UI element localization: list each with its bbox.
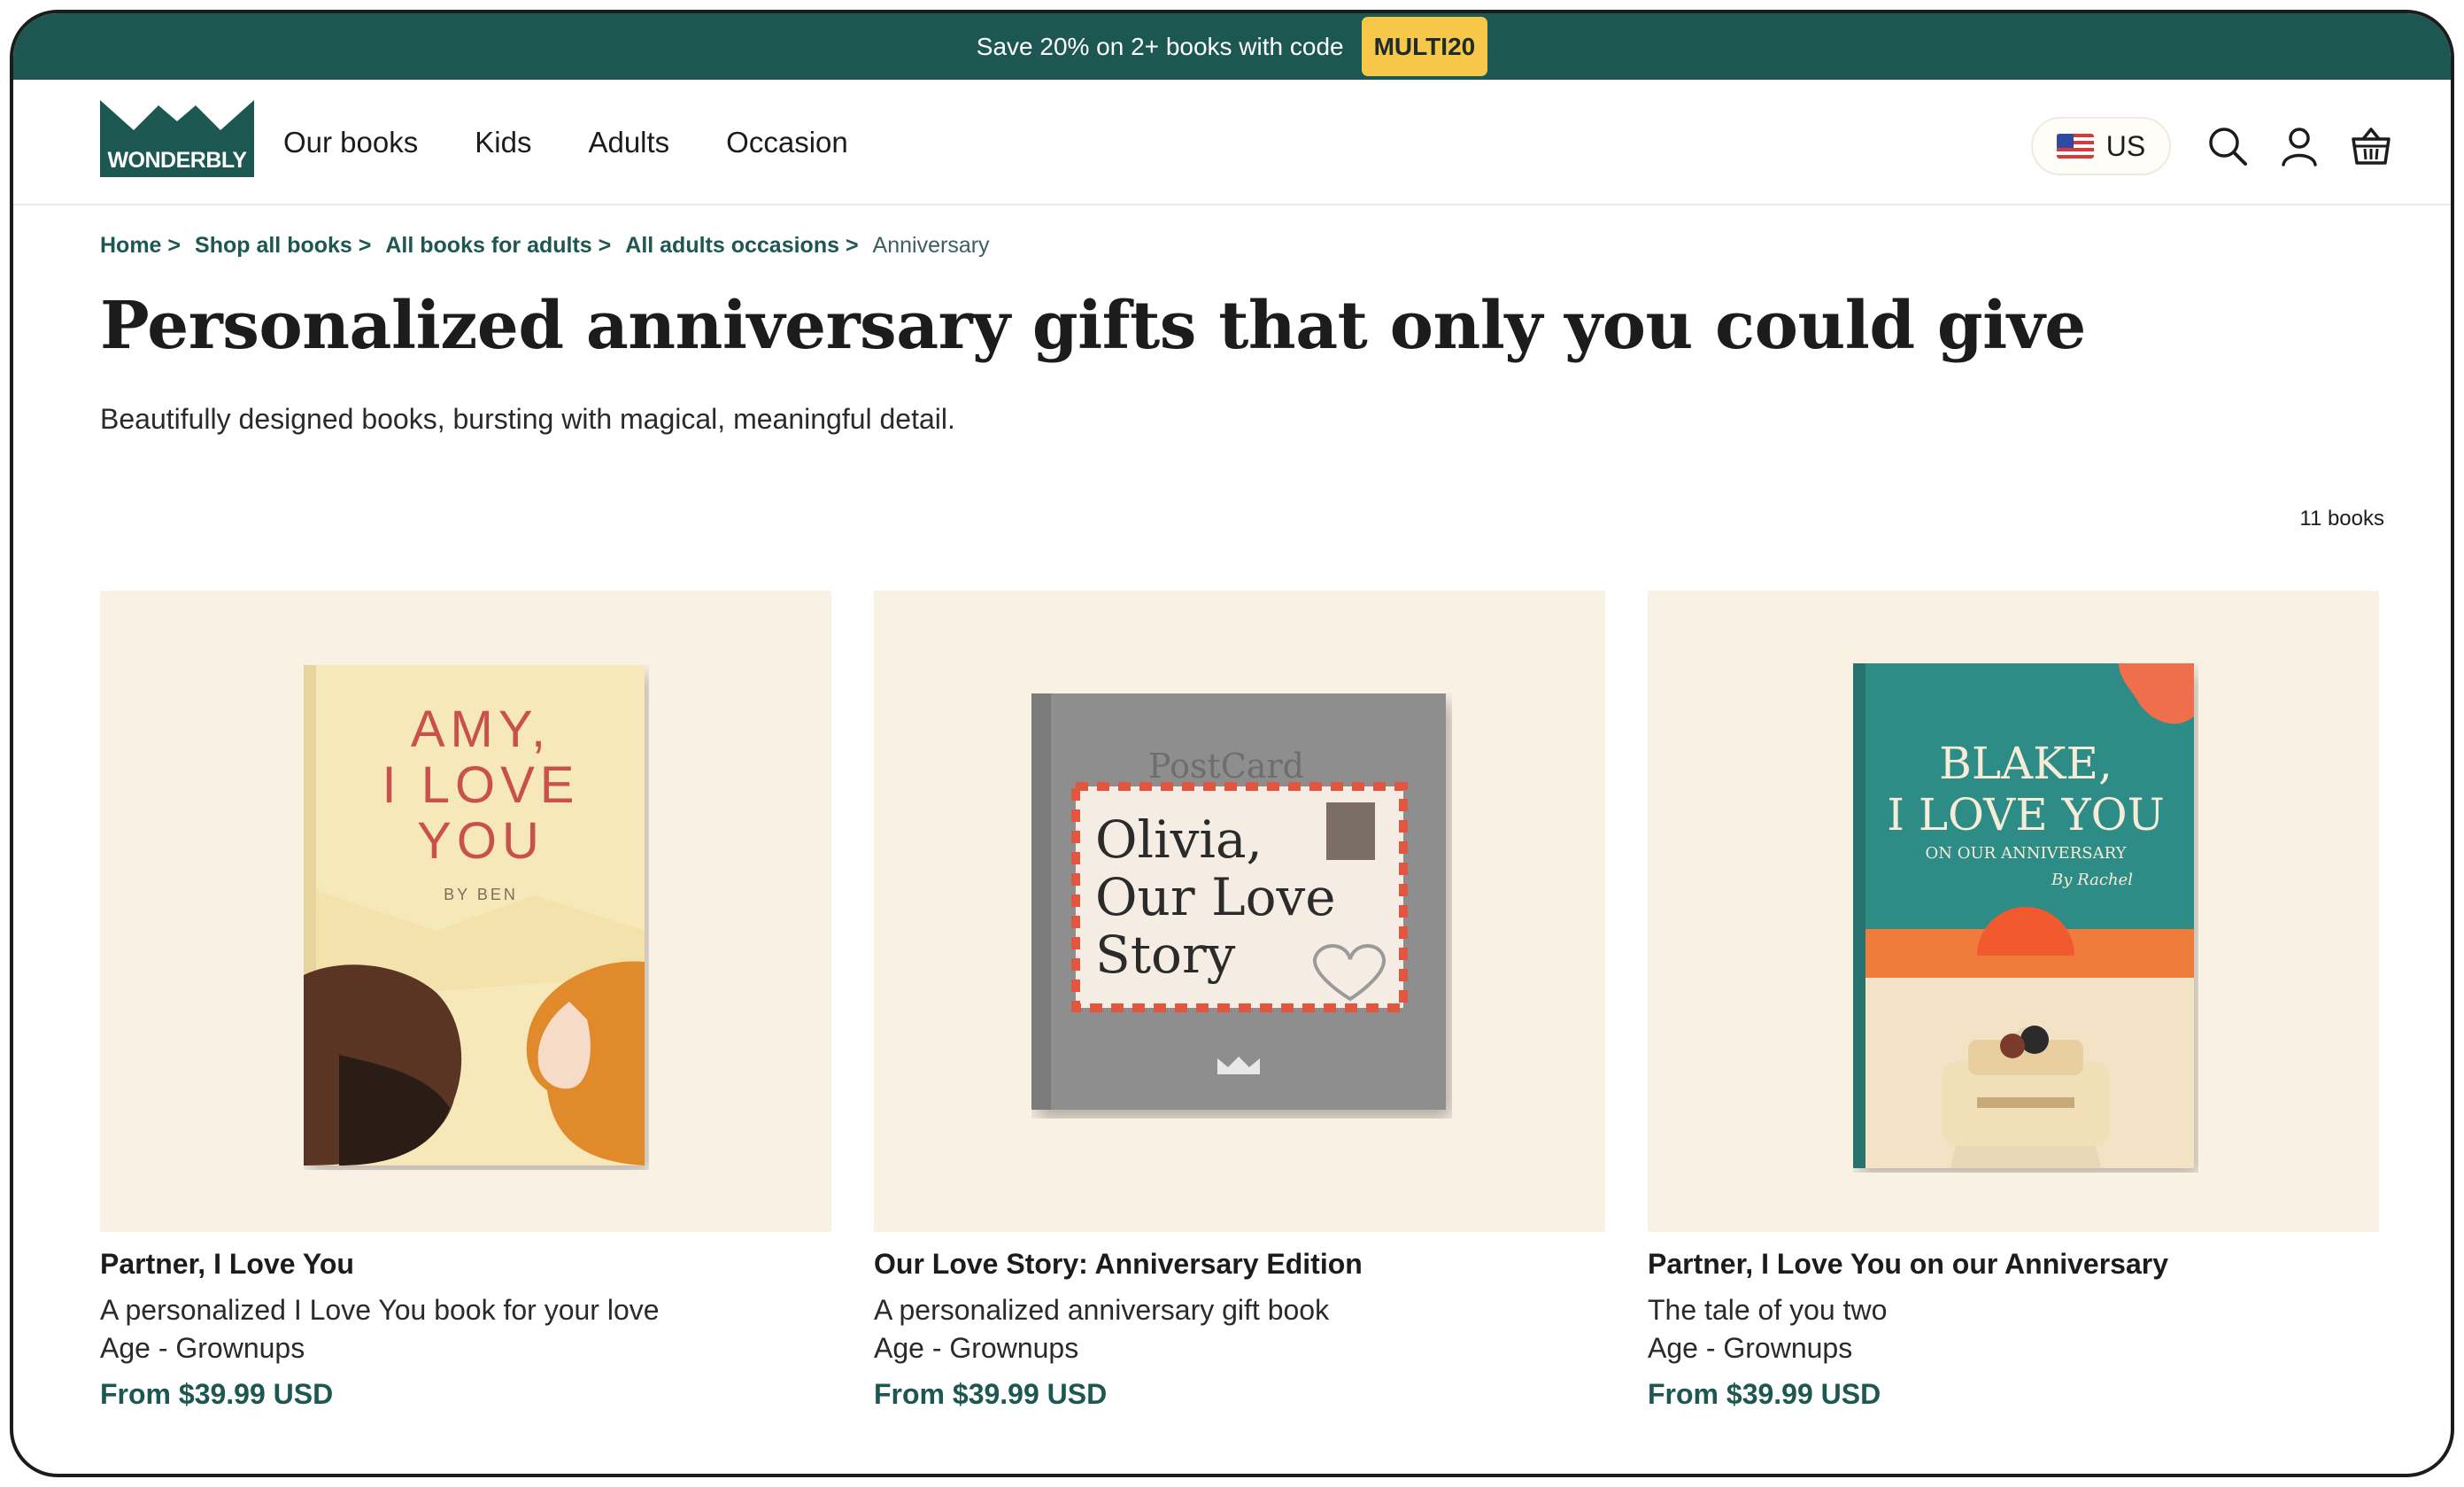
promo-code: MULTI20 [1361,17,1488,76]
cover-line-3: YOU [417,812,545,870]
cover-line-2: Our Love [1095,867,1336,927]
product-description: A personalized anniversary gift book Age… [874,1291,1605,1367]
site-header: WONDERBLY Our books Kids Adults Occasion… [13,80,2451,205]
crown-icon [100,100,254,146]
region-selector[interactable]: US [2031,117,2171,175]
basket-icon[interactable] [2349,124,2393,168]
book-cover-blake: BLAKE, I LOVE YOU ON OUR ANNIVERSARY By … [1853,663,2198,1173]
cover-line-2: I LOVE [382,756,580,814]
account-icon[interactable] [2277,124,2321,168]
cover-byline: By Rachel [2051,871,2133,889]
product-age: Age - Grownups [874,1332,1079,1364]
product-price: From $39.99 USD [1648,1378,1881,1410]
product-image[interactable]: BLAKE, I LOVE YOU ON OUR ANNIVERSARY By … [1648,591,2379,1232]
breadcrumb-adults[interactable]: All books for adults > [385,233,611,259]
cover-line-1: AMY, [411,701,551,758]
cover-line-1: Olivia, [1095,809,1263,870]
page-title: Personalized anniversary gifts that only… [100,288,2086,364]
product-age: Age - Grownups [100,1332,305,1364]
book-cover-amy: AMY, I LOVE YOU BY BEN [304,665,649,1170]
search-icon[interactable] [2205,124,2250,168]
breadcrumb: Home > Shop all books > All books for ad… [100,233,990,259]
promo-text: Save 20% on 2+ books with code [976,32,1344,60]
nav-kids[interactable]: Kids [475,126,531,159]
breadcrumb-current: Anniversary [872,233,990,258]
product-image[interactable]: AMY, I LOVE YOU BY BEN [100,591,831,1232]
product-price: From $39.99 USD [874,1378,1108,1410]
logo-wordmark: WONDERBLY [100,143,254,177]
cover-stamp: PostCard [1148,747,1304,786]
product-tagline: A personalized anniversary gift book [874,1294,1330,1326]
product-card[interactable]: BLAKE, I LOVE YOU ON OUR ANNIVERSARY By … [1648,591,2379,1411]
nav-adults[interactable]: Adults [588,126,669,159]
main-nav: Our books Kids Adults Occasion [283,80,848,205]
product-name[interactable]: Partner, I Love You on our Anniversary [1648,1248,2379,1281]
product-card[interactable]: AMY, I LOVE YOU BY BEN Partner, I Love Y… [100,591,831,1411]
product-tagline: The tale of you two [1648,1294,1888,1326]
product-image[interactable]: PostCard Olivia, Our Love Story [874,591,1605,1232]
product-name[interactable]: Our Love Story: Anniversary Edition [874,1248,1605,1281]
book-cover-olivia: PostCard Olivia, Our Love Story [1031,693,1452,1119]
cover-line-1: BLAKE, [1939,738,2113,789]
product-name[interactable]: Partner, I Love You [100,1248,831,1281]
us-flag-icon [2056,134,2094,159]
breadcrumb-occasions[interactable]: All adults occasions > [625,233,858,259]
product-price: From $39.99 USD [100,1378,334,1410]
wonderbly-logo[interactable]: WONDERBLY [100,100,254,177]
browser-frame: Save 20% on 2+ books with code MULTI20 W… [10,10,2454,1477]
page-subtitle: Beautifully designed books, bursting wit… [100,403,955,435]
product-description: A personalized I Love You book for your … [100,1291,831,1367]
breadcrumb-home[interactable]: Home > [100,233,181,259]
product-tagline: A personalized I Love You book for your … [100,1294,660,1326]
nav-occasion[interactable]: Occasion [726,126,848,159]
product-description: The tale of you two Age - Grownups [1648,1291,2379,1367]
product-card[interactable]: PostCard Olivia, Our Love Story Our Love… [874,591,1605,1411]
promo-banner: Save 20% on 2+ books with code MULTI20 [13,13,2451,80]
breadcrumb-shop-all[interactable]: Shop all books > [195,233,371,259]
book-count: 11 books [2299,507,2384,531]
region-label: US [2105,129,2146,162]
nav-our-books[interactable]: Our books [283,126,418,159]
cover-subtitle: ON OUR ANNIVERSARY [1926,844,2128,863]
cover-byline: BY BEN [444,886,518,903]
cover-line-2: I LOVE YOU [1887,789,2165,840]
cover-line-3: Story [1095,925,1236,985]
product-age: Age - Grownups [1648,1332,1853,1364]
